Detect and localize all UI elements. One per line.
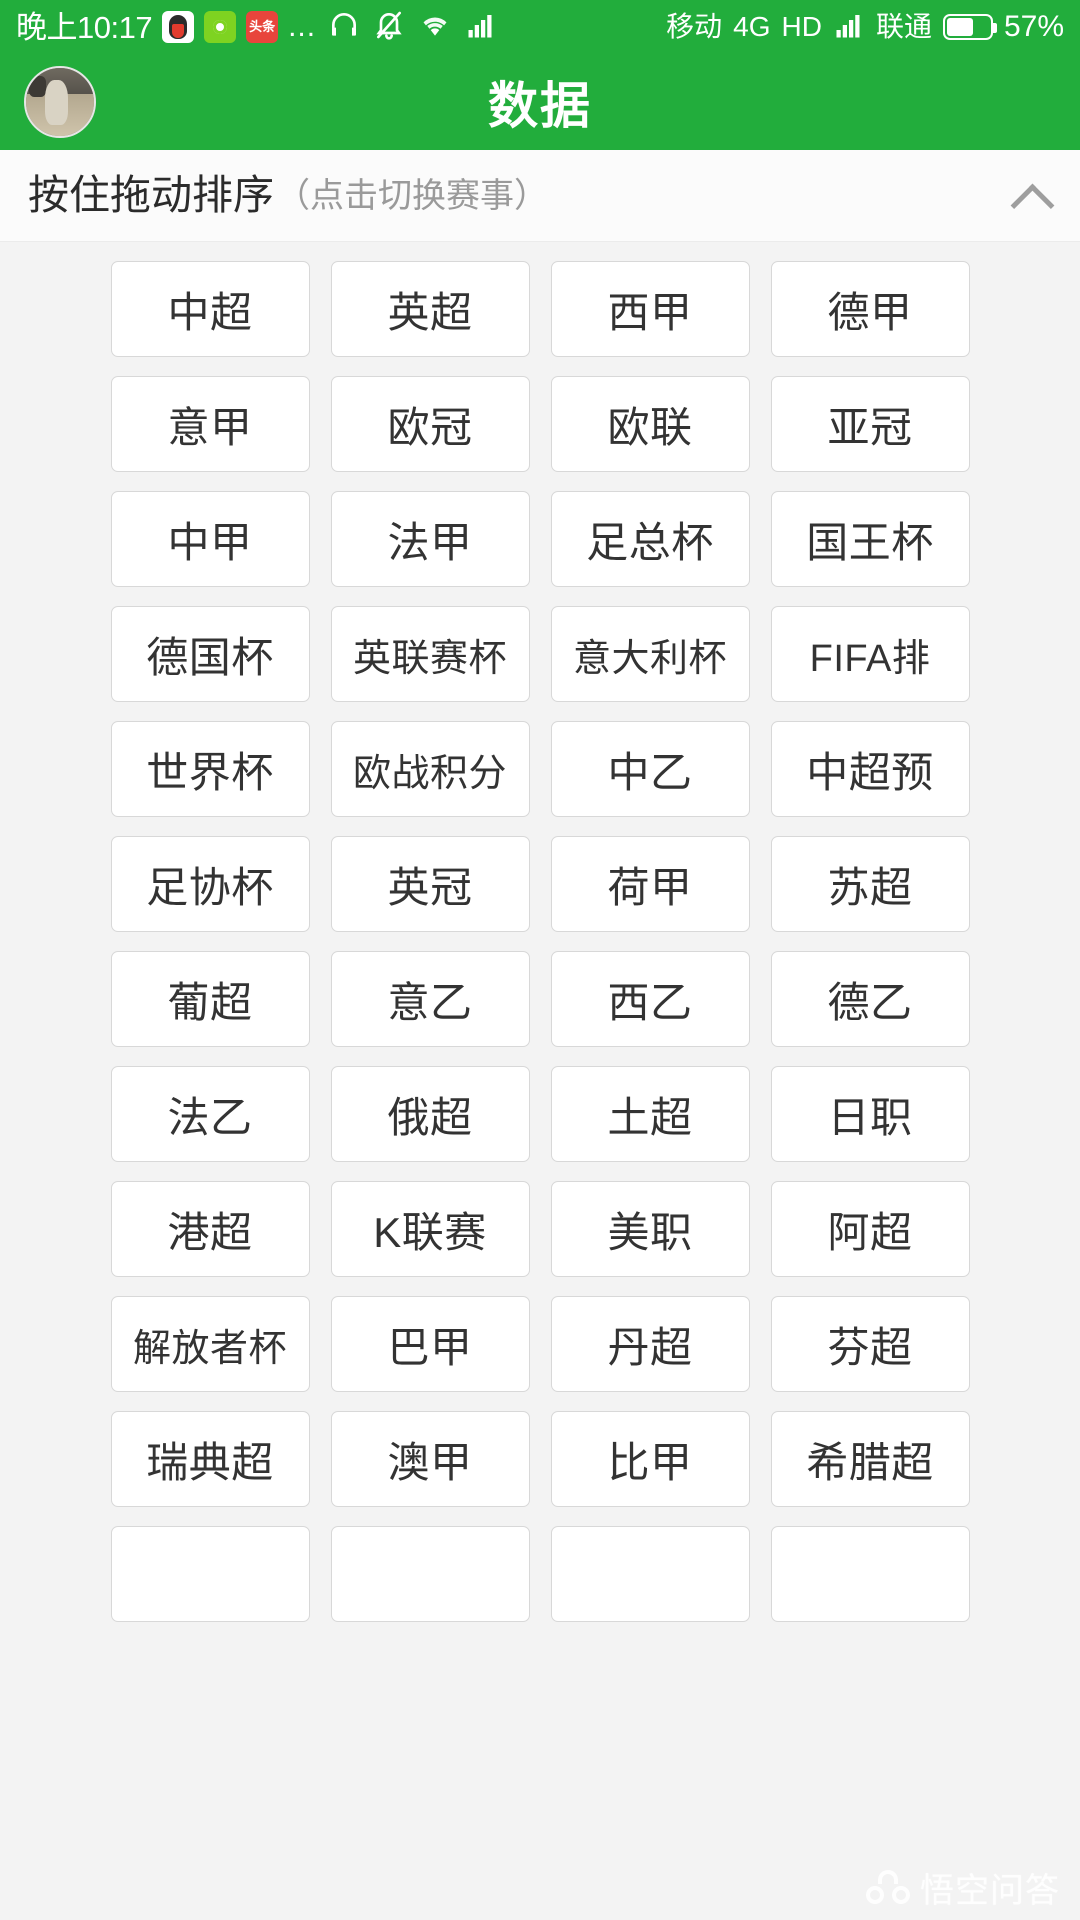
league-tile[interactable]: 中超预 bbox=[770, 721, 970, 817]
league-tile[interactable]: 足总杯 bbox=[550, 491, 750, 587]
wifi-icon bbox=[418, 9, 452, 46]
league-tile[interactable]: 港超 bbox=[110, 1181, 310, 1277]
league-tile[interactable]: 中乙 bbox=[550, 721, 750, 817]
league-tile[interactable]: 德乙 bbox=[770, 951, 970, 1047]
league-tile[interactable]: 澳甲 bbox=[330, 1411, 530, 1507]
league-tile[interactable]: 土超 bbox=[550, 1066, 750, 1162]
league-tile[interactable]: 瑞典超 bbox=[110, 1411, 310, 1507]
league-grid-area: 中超 英超 西甲 德甲意甲 欧冠 欧联 亚冠中甲 法甲 足总杯 国王杯德国杯 英联赛杯 意大利杯 FIF… bbox=[0, 242, 1080, 1920]
league-tile[interactable] bbox=[110, 1526, 310, 1622]
qq-icon bbox=[162, 11, 195, 43]
league-tile[interactable]: 巴甲 bbox=[330, 1296, 530, 1392]
title-bar: 数据 bbox=[0, 54, 1080, 150]
status-bar-icons bbox=[328, 9, 497, 46]
wukong-mascot-crown bbox=[878, 1869, 898, 1884]
status-time: 晚上10:17 bbox=[16, 9, 153, 45]
league-tile[interactable]: 德国杯 bbox=[110, 606, 310, 702]
league-tile[interactable]: 比甲 bbox=[550, 1411, 750, 1507]
league-tile[interactable]: 法甲 bbox=[330, 491, 530, 587]
carrier-label-secondary: 联通 bbox=[875, 11, 932, 42]
league-tile[interactable]: 英冠 bbox=[330, 836, 530, 932]
league-tile[interactable]: 芬超 bbox=[770, 1296, 970, 1392]
league-tile[interactable]: 荷甲 bbox=[550, 836, 750, 932]
league-tile[interactable]: 阿超 bbox=[770, 1181, 970, 1277]
signal-icon bbox=[465, 10, 497, 45]
league-tile[interactable]: 欧联 bbox=[550, 376, 750, 472]
battery-fill bbox=[946, 18, 974, 36]
league-tile[interactable]: 俄超 bbox=[330, 1066, 530, 1162]
league-tile[interactable]: 意甲 bbox=[110, 376, 310, 472]
league-tile[interactable]: 欧战积分 bbox=[330, 721, 530, 817]
wukong-mascot-icon bbox=[866, 1869, 910, 1906]
league-tile[interactable]: 中甲 bbox=[110, 491, 310, 587]
league-tile[interactable]: 法乙 bbox=[110, 1066, 310, 1162]
league-tile[interactable]: 英联赛杯 bbox=[330, 606, 530, 702]
league-tile[interactable]: 苏超 bbox=[770, 836, 970, 932]
chevron-up-icon[interactable] bbox=[1010, 174, 1054, 218]
league-tile[interactable]: 西乙 bbox=[550, 951, 750, 1047]
avatar[interactable] bbox=[24, 66, 96, 138]
league-tile[interactable]: 意大利杯 bbox=[550, 606, 750, 702]
league-tile[interactable]: K联赛 bbox=[330, 1181, 530, 1277]
green-app-icon bbox=[204, 11, 237, 43]
avatar-image-detail bbox=[28, 76, 47, 97]
status-bar: 晚上10:17 头条 ... 移动 4G HD 联通 57% bbox=[0, 0, 1080, 54]
status-bar-left: 晚上10:17 头条 ... bbox=[16, 11, 316, 43]
avatar-image-subject bbox=[45, 80, 69, 126]
sort-instruction-hint-label: （点击切换赛事） bbox=[276, 176, 548, 215]
hd-label: HD bbox=[781, 11, 822, 42]
network-type-label: 4G bbox=[733, 11, 771, 42]
league-tile[interactable]: 中超 bbox=[110, 261, 310, 357]
league-tile[interactable] bbox=[330, 1526, 530, 1622]
league-tile[interactable]: 解放者杯 bbox=[110, 1296, 310, 1392]
league-tile[interactable]: 足协杯 bbox=[110, 836, 310, 932]
notification-overflow-icon: ... bbox=[288, 10, 317, 43]
league-tile[interactable]: 英超 bbox=[330, 261, 530, 357]
bell-muted-icon bbox=[373, 9, 405, 46]
league-tile[interactable]: 西甲 bbox=[550, 261, 750, 357]
watermark: 悟空问答 bbox=[866, 1863, 1060, 1912]
league-tile[interactable]: 葡超 bbox=[110, 951, 310, 1047]
league-tile[interactable]: 欧冠 bbox=[330, 376, 530, 472]
sort-instruction-main-label: 按住拖动排序 bbox=[28, 172, 274, 218]
battery-icon bbox=[942, 14, 997, 40]
toutiao-icon: 头条 bbox=[246, 11, 279, 43]
league-tile[interactable]: 丹超 bbox=[550, 1296, 750, 1392]
league-tile[interactable]: 国王杯 bbox=[770, 491, 970, 587]
signal-icon-secondary bbox=[833, 10, 865, 45]
league-tile[interactable]: 意乙 bbox=[330, 951, 530, 1047]
league-grid: 中超 英超 西甲 德甲意甲 欧冠 欧联 亚冠中甲 法甲 足总杯 国王杯德国杯 英联赛杯 意大利杯 FIF… bbox=[0, 261, 1080, 1622]
league-tile[interactable] bbox=[550, 1526, 750, 1622]
league-tile[interactable]: FIFA排 bbox=[770, 606, 970, 702]
sort-instruction-header[interactable]: 按住拖动排序 （点击切换赛事） bbox=[0, 150, 1080, 242]
status-bar-right: 移动 4G HD 联通 57% bbox=[666, 10, 1064, 45]
page-title: 数据 bbox=[488, 78, 592, 134]
battery-percent-label: 57% bbox=[1003, 10, 1064, 43]
league-tile[interactable]: 世界杯 bbox=[110, 721, 310, 817]
headset-icon bbox=[328, 9, 360, 46]
league-tile[interactable]: 美职 bbox=[550, 1181, 750, 1277]
carrier-label-primary: 移动 bbox=[666, 11, 723, 42]
league-tile[interactable] bbox=[770, 1526, 970, 1622]
league-tile[interactable]: 希腊超 bbox=[770, 1411, 970, 1507]
league-tile[interactable]: 德甲 bbox=[770, 261, 970, 357]
league-tile[interactable]: 亚冠 bbox=[770, 376, 970, 472]
league-tile[interactable]: 日职 bbox=[770, 1066, 970, 1162]
watermark-label: 悟空问答 bbox=[920, 1872, 1060, 1910]
